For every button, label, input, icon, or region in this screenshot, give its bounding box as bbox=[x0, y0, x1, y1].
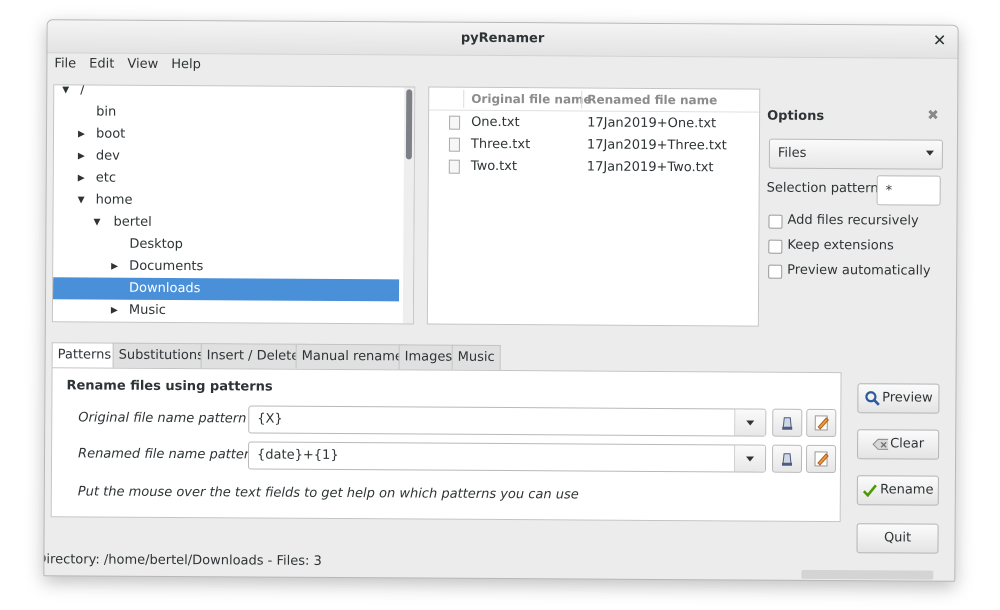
chevron-right-icon[interactable]: ▶ bbox=[111, 300, 121, 322]
dropdown-arrow-icon bbox=[746, 420, 755, 426]
file-icon bbox=[448, 159, 460, 174]
close-icon[interactable]: ✕ bbox=[930, 31, 950, 51]
chevron-down-icon[interactable]: ▼ bbox=[78, 189, 88, 211]
tab-music[interactable]: Music bbox=[451, 344, 501, 370]
mode-select[interactable]: Files bbox=[768, 138, 943, 170]
preview-button[interactable]: Preview bbox=[857, 383, 940, 414]
resize-grip[interactable] bbox=[801, 569, 934, 580]
original-pattern-label: Original file name pattern bbox=[78, 410, 247, 427]
patterns-panel: Rename files using patterns Original fil… bbox=[50, 367, 842, 523]
eraser-icon bbox=[782, 417, 793, 430]
file-list[interactable]: Original file name Renamed file name One… bbox=[426, 86, 761, 327]
chevron-right-icon[interactable]: ▶ bbox=[78, 145, 88, 167]
options-title: Options bbox=[767, 108, 825, 124]
checkbox-icon[interactable] bbox=[768, 239, 783, 254]
tab-manual-rename[interactable]: Manual rename bbox=[295, 343, 410, 370]
tab-insert-delete[interactable]: Insert / Delete bbox=[200, 343, 306, 369]
directory-tree[interactable]: ▼ / bin ▶ boot ▶ dev ▶ etc ▼ home ▼ bertel Des… bbox=[51, 84, 416, 325]
app-window: pyRenamer ✕ File Edit View Help ▼ / bin ▶ boo… bbox=[43, 19, 959, 582]
quit-button[interactable]: Quit bbox=[856, 523, 939, 554]
options-panel: Options ✖ Files Selection pattern * Add … bbox=[766, 89, 952, 326]
patterns-heading: Rename files using patterns bbox=[66, 378, 273, 395]
column-original[interactable]: Original file name bbox=[471, 92, 592, 107]
patterns-help-text: Put the mouse over the text fields to ge… bbox=[77, 484, 579, 503]
edit-icon bbox=[814, 415, 829, 431]
tree-item-boot[interactable]: ▶ boot bbox=[54, 123, 400, 147]
menubar: File Edit View Help bbox=[47, 53, 957, 81]
menu-edit[interactable]: Edit bbox=[82, 53, 120, 71]
window-title: pyRenamer bbox=[460, 30, 545, 47]
dropdown-arrow-icon bbox=[925, 150, 934, 156]
tree-item-desktop[interactable]: Desktop bbox=[53, 233, 399, 257]
eraser-icon bbox=[781, 453, 793, 466]
menu-view[interactable]: View bbox=[120, 54, 164, 72]
selection-pattern-label: Selection pattern bbox=[766, 180, 879, 197]
original-pattern-input[interactable]: {X} bbox=[248, 405, 767, 437]
tab-images[interactable]: Images bbox=[398, 344, 459, 370]
clear-renamed-pattern-button[interactable] bbox=[771, 444, 803, 473]
tree-item-downloads[interactable]: Downloads bbox=[52, 277, 400, 302]
rename-button[interactable]: Rename bbox=[856, 475, 939, 506]
tree-scroll-thumb[interactable] bbox=[405, 89, 413, 160]
edit-original-pattern-button[interactable] bbox=[806, 408, 837, 438]
clear-button[interactable]: Clear bbox=[857, 429, 940, 460]
tree-item-bertel[interactable]: ▼ bertel bbox=[53, 211, 399, 235]
edit-renamed-pattern-button[interactable] bbox=[805, 444, 837, 474]
tree-item-music[interactable]: ▶ Music bbox=[53, 299, 399, 323]
chevron-right-icon[interactable]: ▶ bbox=[78, 123, 88, 145]
tab-patterns[interactable]: Patterns bbox=[51, 342, 118, 369]
status-bar: Directory: /home/bertel/Downloads - File… bbox=[43, 552, 322, 569]
tree-item-home[interactable]: ▼ home bbox=[54, 189, 400, 213]
original-pattern-dropdown[interactable] bbox=[734, 409, 766, 436]
checkmark-icon bbox=[863, 483, 878, 497]
tree-item-etc[interactable]: ▶ etc bbox=[54, 167, 400, 191]
tree-item-root[interactable]: ▼ / bbox=[54, 84, 400, 103]
selection-pattern-input[interactable]: * bbox=[876, 175, 941, 206]
edit-icon bbox=[814, 451, 829, 467]
chevron-down-icon[interactable]: ▼ bbox=[62, 84, 72, 101]
magnifier-icon bbox=[865, 390, 880, 406]
column-renamed[interactable]: Renamed file name bbox=[587, 93, 717, 108]
renamed-pattern-dropdown[interactable] bbox=[733, 445, 766, 472]
checkbox-icon[interactable] bbox=[768, 214, 783, 229]
chevron-right-icon[interactable]: ▶ bbox=[111, 256, 121, 278]
tab-substitutions[interactable]: Substitutions bbox=[112, 342, 210, 369]
close-icon[interactable]: ✖ bbox=[927, 108, 939, 124]
clear-original-pattern-button[interactable] bbox=[772, 408, 803, 437]
menu-file[interactable]: File bbox=[47, 53, 82, 71]
file-icon bbox=[449, 115, 461, 130]
tree-item-dev[interactable]: ▶ dev bbox=[54, 145, 400, 169]
column-separator bbox=[581, 90, 583, 109]
file-row[interactable]: Three.txt 17Jan2019+Three.txt bbox=[429, 134, 759, 158]
tree-item-bin[interactable]: bin bbox=[54, 101, 400, 125]
renamed-pattern-label: Renamed file name pattern bbox=[78, 446, 258, 463]
clear-icon bbox=[872, 438, 889, 450]
file-row[interactable]: One.txt 17Jan2019+One.txt bbox=[429, 112, 759, 136]
titlebar[interactable]: pyRenamer ✕ bbox=[47, 20, 958, 59]
file-icon bbox=[448, 137, 460, 152]
chevron-right-icon[interactable]: ▶ bbox=[78, 167, 88, 189]
checkbox-icon[interactable] bbox=[768, 264, 783, 279]
file-list-header: Original file name Renamed file name bbox=[429, 87, 760, 113]
dropdown-arrow-icon bbox=[746, 456, 755, 462]
tree-item-documents[interactable]: ▶ Documents bbox=[53, 255, 399, 279]
file-row[interactable]: Two.txt 17Jan2019+Two.txt bbox=[429, 156, 759, 180]
column-separator bbox=[463, 89, 465, 108]
menu-help[interactable]: Help bbox=[164, 54, 207, 72]
renamed-pattern-input[interactable]: {date}+{1} bbox=[247, 441, 767, 473]
chevron-down-icon[interactable]: ▼ bbox=[93, 212, 103, 234]
